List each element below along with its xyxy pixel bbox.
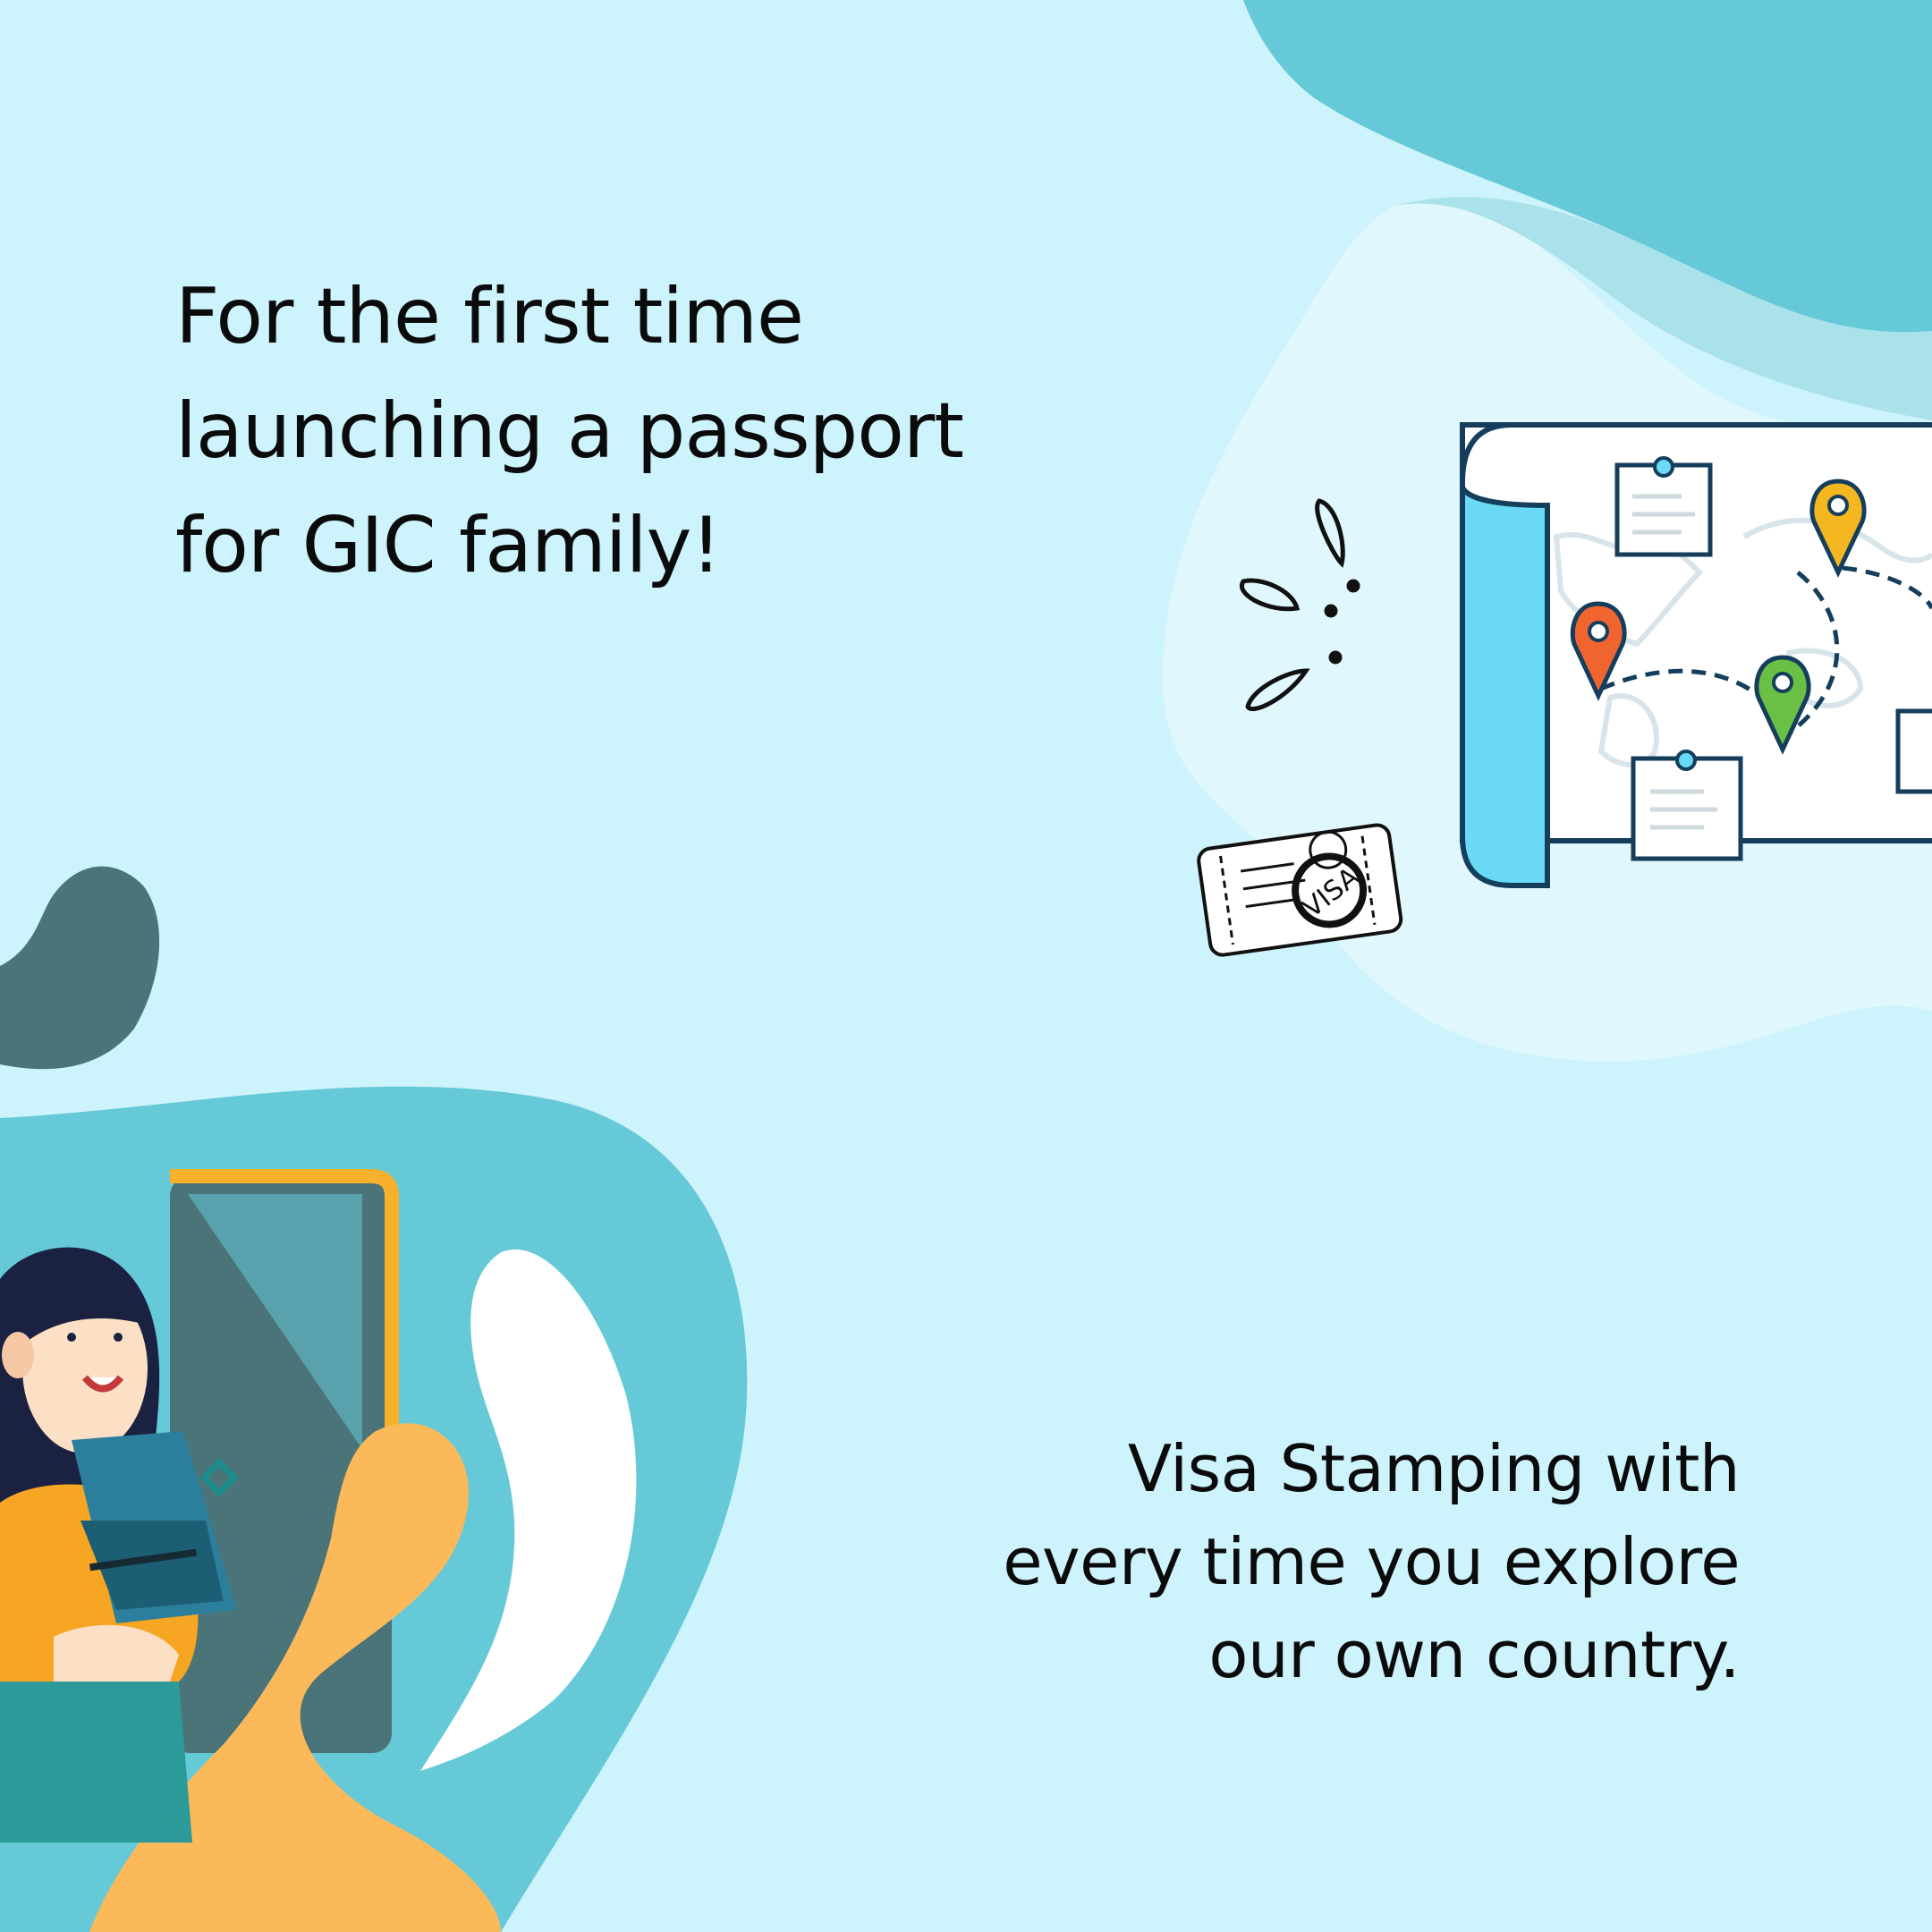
note-icon <box>1631 750 1743 861</box>
note-icon <box>1614 456 1713 557</box>
subline-line-3: our own country. <box>1208 1617 1740 1692</box>
headline-line-3: for GIC family! <box>175 501 722 590</box>
subline-line-2: every time you explore <box>1003 1524 1740 1599</box>
headline-line-2: launching a passport <box>175 386 964 476</box>
left-dark-blob <box>0 866 160 1070</box>
subline-line-1: Visa Stamping with <box>1127 1431 1741 1506</box>
subline: Visa Stamping with every time you explor… <box>845 1422 1740 1701</box>
headline-line-1: For the first time <box>175 272 804 361</box>
headline: For the first time launching a passport … <box>175 259 1159 603</box>
note-icon <box>1895 708 1932 794</box>
